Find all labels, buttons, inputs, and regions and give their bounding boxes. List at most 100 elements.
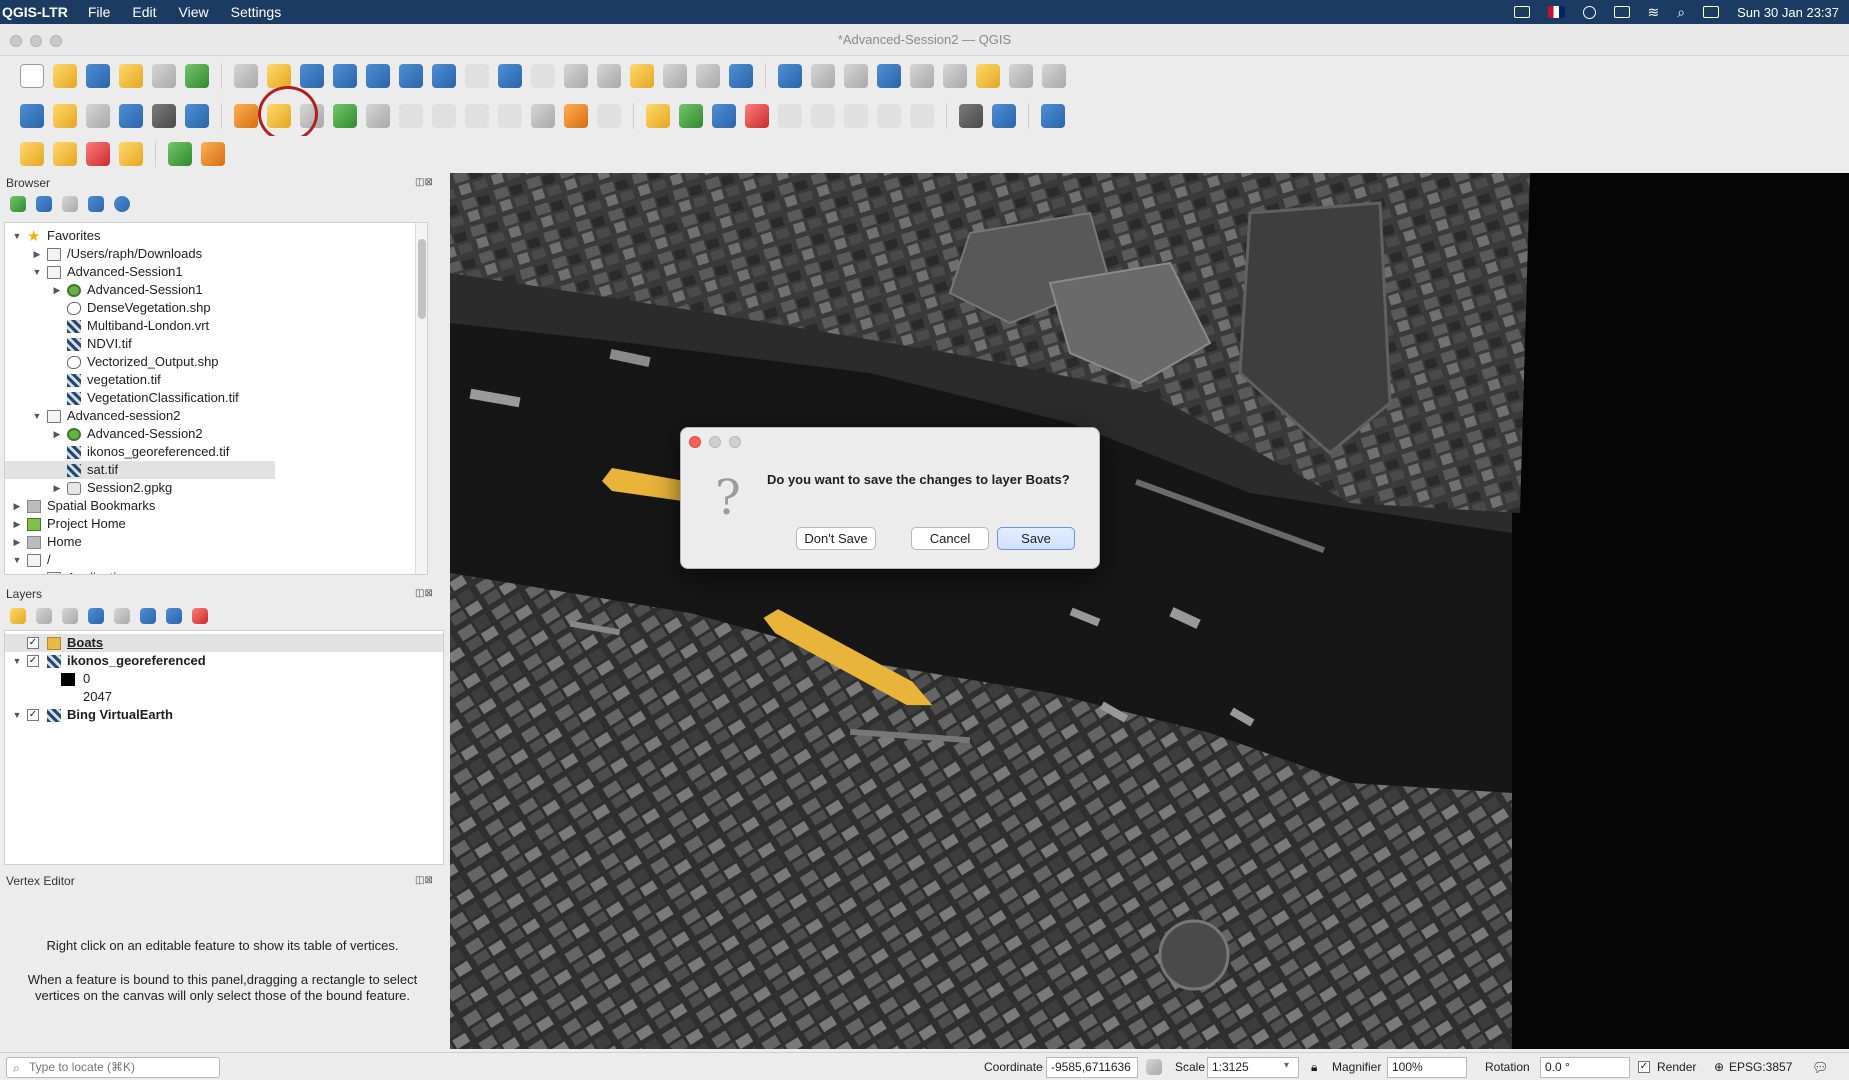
deselect-features-icon[interactable] bbox=[86, 142, 110, 166]
add-raster-layer-icon[interactable] bbox=[119, 104, 143, 128]
modify-attributes-icon[interactable] bbox=[399, 104, 423, 128]
refresh-icon[interactable] bbox=[36, 196, 52, 212]
temporal-controller-icon[interactable] bbox=[696, 64, 720, 88]
play-icon[interactable] bbox=[1582, 5, 1596, 19]
rotate-label-icon[interactable] bbox=[811, 104, 835, 128]
vertex-tool-icon[interactable] bbox=[366, 104, 390, 128]
add-polygon-feature-icon[interactable] bbox=[333, 104, 357, 128]
pin-labels-icon[interactable] bbox=[712, 104, 736, 128]
expand-all-icon[interactable] bbox=[140, 608, 156, 624]
browser-item[interactable]: sat.tif bbox=[5, 461, 275, 479]
browser-item[interactable]: NDVI.tif bbox=[5, 335, 132, 353]
crs-button[interactable]: EPSG:3857 bbox=[1729, 1060, 1792, 1074]
rotation-spinbox[interactable]: 0.0 ° bbox=[1540, 1057, 1630, 1078]
python-console-icon[interactable] bbox=[992, 104, 1016, 128]
quickmapservices-icon[interactable] bbox=[959, 104, 983, 128]
zoom-native-icon[interactable] bbox=[465, 64, 489, 88]
redo-icon[interactable] bbox=[597, 104, 621, 128]
map-canvas[interactable] bbox=[450, 173, 1849, 1049]
coordinate-field[interactable]: -9585,6711636 bbox=[1046, 1057, 1138, 1078]
messages-icon[interactable]: 💬︎ bbox=[1812, 1060, 1829, 1076]
statistical-summary-icon[interactable] bbox=[910, 64, 934, 88]
browser-item[interactable]: ikonos_georeferenced.tif bbox=[5, 443, 229, 461]
field-calculator-icon[interactable] bbox=[844, 64, 868, 88]
cut-features-icon[interactable] bbox=[465, 104, 489, 128]
chevron-down-icon[interactable]: ▼ bbox=[11, 227, 23, 245]
delete-selected-icon[interactable] bbox=[432, 104, 456, 128]
control-center-icon[interactable] bbox=[1703, 6, 1720, 18]
text-annotation-icon[interactable] bbox=[1042, 64, 1066, 88]
app-menu[interactable]: QGIS-LTR bbox=[2, 4, 68, 20]
pan-to-selection-icon[interactable] bbox=[267, 64, 291, 88]
wifi-icon[interactable]: ≋ bbox=[1648, 4, 1660, 21]
chevron-right-icon[interactable]: ▶ bbox=[11, 533, 23, 551]
browser-item[interactable]: VegetationClassification.tif bbox=[5, 389, 239, 407]
layer-item[interactable]: ✓ Boats bbox=[5, 634, 443, 652]
chevron-down-icon[interactable]: ▼ bbox=[11, 551, 23, 569]
browser-item[interactable]: ▼ Advanced-Session1 bbox=[5, 263, 183, 281]
dialog-close-button[interactable] bbox=[689, 436, 701, 448]
data-source-manager-icon[interactable] bbox=[20, 104, 44, 128]
add-vector-layer-icon[interactable] bbox=[86, 104, 110, 128]
change-label-icon[interactable] bbox=[844, 104, 868, 128]
zoom-next-icon[interactable] bbox=[531, 64, 555, 88]
select-by-value-icon[interactable] bbox=[53, 142, 77, 166]
current-edits-icon[interactable] bbox=[234, 104, 258, 128]
chevron-right-icon[interactable]: ▶ bbox=[51, 479, 63, 497]
zoom-in-icon[interactable] bbox=[300, 64, 324, 88]
save-button[interactable]: Save bbox=[997, 527, 1075, 550]
add-virtual-layer-icon[interactable] bbox=[152, 104, 176, 128]
help-icon[interactable] bbox=[1041, 104, 1065, 128]
save-project-icon[interactable] bbox=[86, 64, 110, 88]
chevron-down-icon[interactable]: ▼ bbox=[31, 263, 43, 281]
move-label-icon[interactable] bbox=[778, 104, 802, 128]
display-icon[interactable] bbox=[1513, 6, 1530, 18]
refresh-icon[interactable] bbox=[729, 64, 753, 88]
show-bookmarks-icon[interactable] bbox=[663, 64, 687, 88]
open-attribute-table-icon[interactable] bbox=[811, 64, 835, 88]
browser-item[interactable]: ▶ Advanced-Session2 bbox=[5, 425, 203, 443]
browser-item[interactable]: ▶ Advanced-Session1 bbox=[5, 281, 203, 299]
chevron-down-icon[interactable]: ▼ bbox=[11, 706, 23, 724]
zoom-to-layer-icon[interactable] bbox=[432, 64, 456, 88]
new-geopackage-layer-icon[interactable] bbox=[53, 104, 77, 128]
filter-icon[interactable] bbox=[62, 196, 78, 212]
move-diagram-icon[interactable] bbox=[877, 104, 901, 128]
panel-float-close-buttons[interactable]: ◫⊠ bbox=[415, 588, 433, 599]
collapse-all-icon[interactable] bbox=[166, 608, 182, 624]
layer-styling-icon[interactable] bbox=[10, 608, 26, 624]
browser-item[interactable]: ▶ Session2.gpkg bbox=[5, 479, 173, 497]
layer-visibility-checkbox[interactable]: ✓ bbox=[27, 709, 39, 721]
new-spatial-bookmark-icon[interactable] bbox=[630, 64, 654, 88]
spotlight-search-icon[interactable]: ⌕ bbox=[1677, 4, 1685, 21]
browser-item[interactable]: DenseVegetation.shp bbox=[5, 299, 211, 317]
lock-scale-icon[interactable]: 🔒︎ bbox=[1311, 1060, 1317, 1075]
locator-options-icon[interactable] bbox=[1009, 64, 1033, 88]
style-manager-icon[interactable] bbox=[185, 64, 209, 88]
chevron-down-icon[interactable]: ▾ bbox=[1284, 1060, 1289, 1071]
processing-toolbox-icon[interactable] bbox=[877, 64, 901, 88]
add-wms-layer-icon[interactable] bbox=[185, 104, 209, 128]
dont-save-button[interactable]: Don't Save bbox=[796, 527, 876, 550]
paste-features-icon[interactable] bbox=[531, 104, 555, 128]
menu-edit[interactable]: Edit bbox=[132, 4, 156, 20]
layout-manager-icon[interactable] bbox=[152, 64, 176, 88]
layer-item[interactable]: 0 bbox=[5, 670, 443, 688]
layer-item[interactable]: ▼ ✓ ikonos_georeferenced bbox=[5, 652, 443, 670]
chevron-right-icon[interactable]: ▶ bbox=[31, 569, 43, 574]
label-layer-icon[interactable] bbox=[646, 104, 670, 128]
battery-icon[interactable] bbox=[1613, 6, 1630, 18]
panel-float-close-buttons[interactable]: ◫⊠ bbox=[415, 177, 433, 188]
select-by-location-icon[interactable] bbox=[119, 142, 143, 166]
chevron-down-icon[interactable]: ▼ bbox=[11, 652, 23, 670]
open-project-icon[interactable] bbox=[53, 64, 77, 88]
georeferencer-icon[interactable] bbox=[168, 142, 192, 166]
browser-item[interactable]: ▶ Spatial Bookmarks bbox=[5, 497, 156, 515]
identify-features-icon[interactable] bbox=[778, 64, 802, 88]
cancel-button[interactable]: Cancel bbox=[911, 527, 989, 550]
chevron-right-icon[interactable]: ▶ bbox=[51, 281, 63, 299]
uk-flag-icon[interactable] bbox=[1547, 6, 1565, 18]
browser-item[interactable]: ▶ Applications bbox=[5, 569, 137, 574]
copy-features-icon[interactable] bbox=[498, 104, 522, 128]
zoom-full-icon[interactable] bbox=[366, 64, 390, 88]
